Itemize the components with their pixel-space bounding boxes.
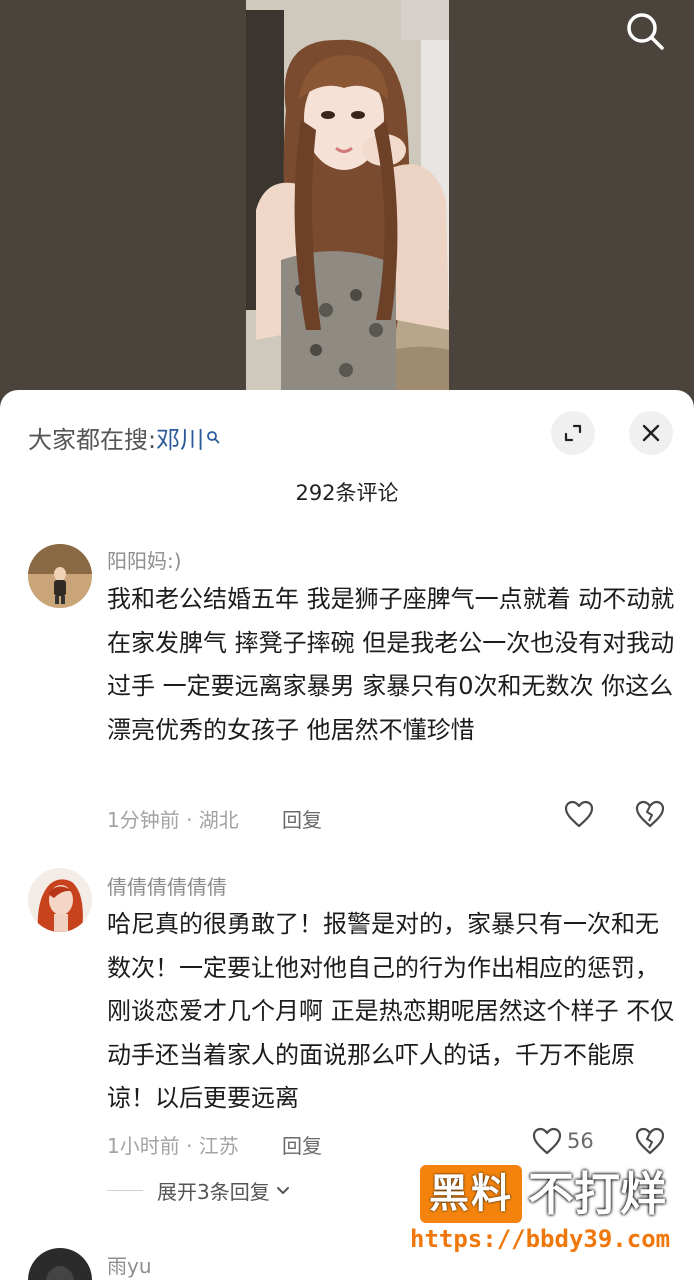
comment-count: 292条评论	[295, 481, 399, 505]
expand-icon	[564, 424, 582, 442]
video-player[interactable]	[246, 0, 449, 400]
comment-meta: 1小时前 · 江苏	[107, 1134, 239, 1158]
like-button[interactable]	[563, 799, 595, 829]
heart-icon	[532, 1127, 562, 1155]
small-search-icon	[206, 422, 220, 450]
avatar[interactable]	[28, 868, 92, 932]
comment-meta: 1分钟前 · 湖北	[107, 808, 239, 832]
comment-text: 哈尼真的很勇敢了！报警是对的，家暴只有一次和无数次！一定要让他对他自己的行为作出…	[107, 910, 675, 1112]
trending-search[interactable]: 大家都在搜:邓川	[28, 420, 220, 455]
expand-button[interactable]	[551, 411, 595, 455]
avatar[interactable]	[28, 1248, 92, 1280]
broken-heart-icon	[635, 1127, 665, 1155]
trending-search-prefix: 大家都在搜:	[28, 426, 157, 454]
expand-replies-label[interactable]: 展开3条回复	[157, 1176, 270, 1205]
search-button[interactable]	[622, 8, 668, 54]
close-icon	[642, 424, 660, 442]
watermark: 黑料 不打烊 https://bbdy39.com	[410, 1163, 686, 1263]
like-count: 56	[567, 1129, 594, 1153]
comment-author[interactable]: 雨yu	[107, 1250, 152, 1279]
watermark-brand: 黑料	[420, 1165, 522, 1223]
search-icon	[627, 13, 664, 50]
chevron-down-icon	[276, 1186, 289, 1194]
heart-icon	[564, 800, 594, 828]
watermark-suffix: 不打烊	[528, 1167, 666, 1221]
reply-button[interactable]: 回复	[282, 804, 322, 833]
comment-text: 我和老公结婚五年 我是狮子座脾气一点就着 动不动就在家发脾气 摔凳子摔碗 但是我…	[107, 585, 675, 744]
reply-button[interactable]: 回复	[282, 1130, 322, 1159]
comment-author[interactable]: 阳阳妈:)	[107, 545, 182, 574]
divider	[107, 1190, 143, 1191]
comment-author[interactable]: 倩倩倩倩倩倩	[107, 871, 227, 900]
close-button[interactable]	[629, 411, 673, 455]
trending-search-keyword[interactable]: 邓川	[156, 426, 204, 454]
broken-heart-icon	[635, 800, 665, 828]
comment-sheet: 大家都在搜:邓川 292条评论 阳阳妈:) 我和老公结婚五年 我是狮子座脾气一点	[0, 390, 694, 1280]
avatar[interactable]	[28, 544, 92, 608]
dislike-button[interactable]	[634, 799, 666, 833]
like-button[interactable]: 56	[531, 1126, 594, 1156]
expand-replies[interactable]: 展开3条回复	[107, 1176, 292, 1205]
dislike-button[interactable]	[634, 1126, 666, 1160]
video-frame-image	[246, 0, 449, 400]
watermark-url: https://bbdy39.com	[410, 1225, 671, 1253]
